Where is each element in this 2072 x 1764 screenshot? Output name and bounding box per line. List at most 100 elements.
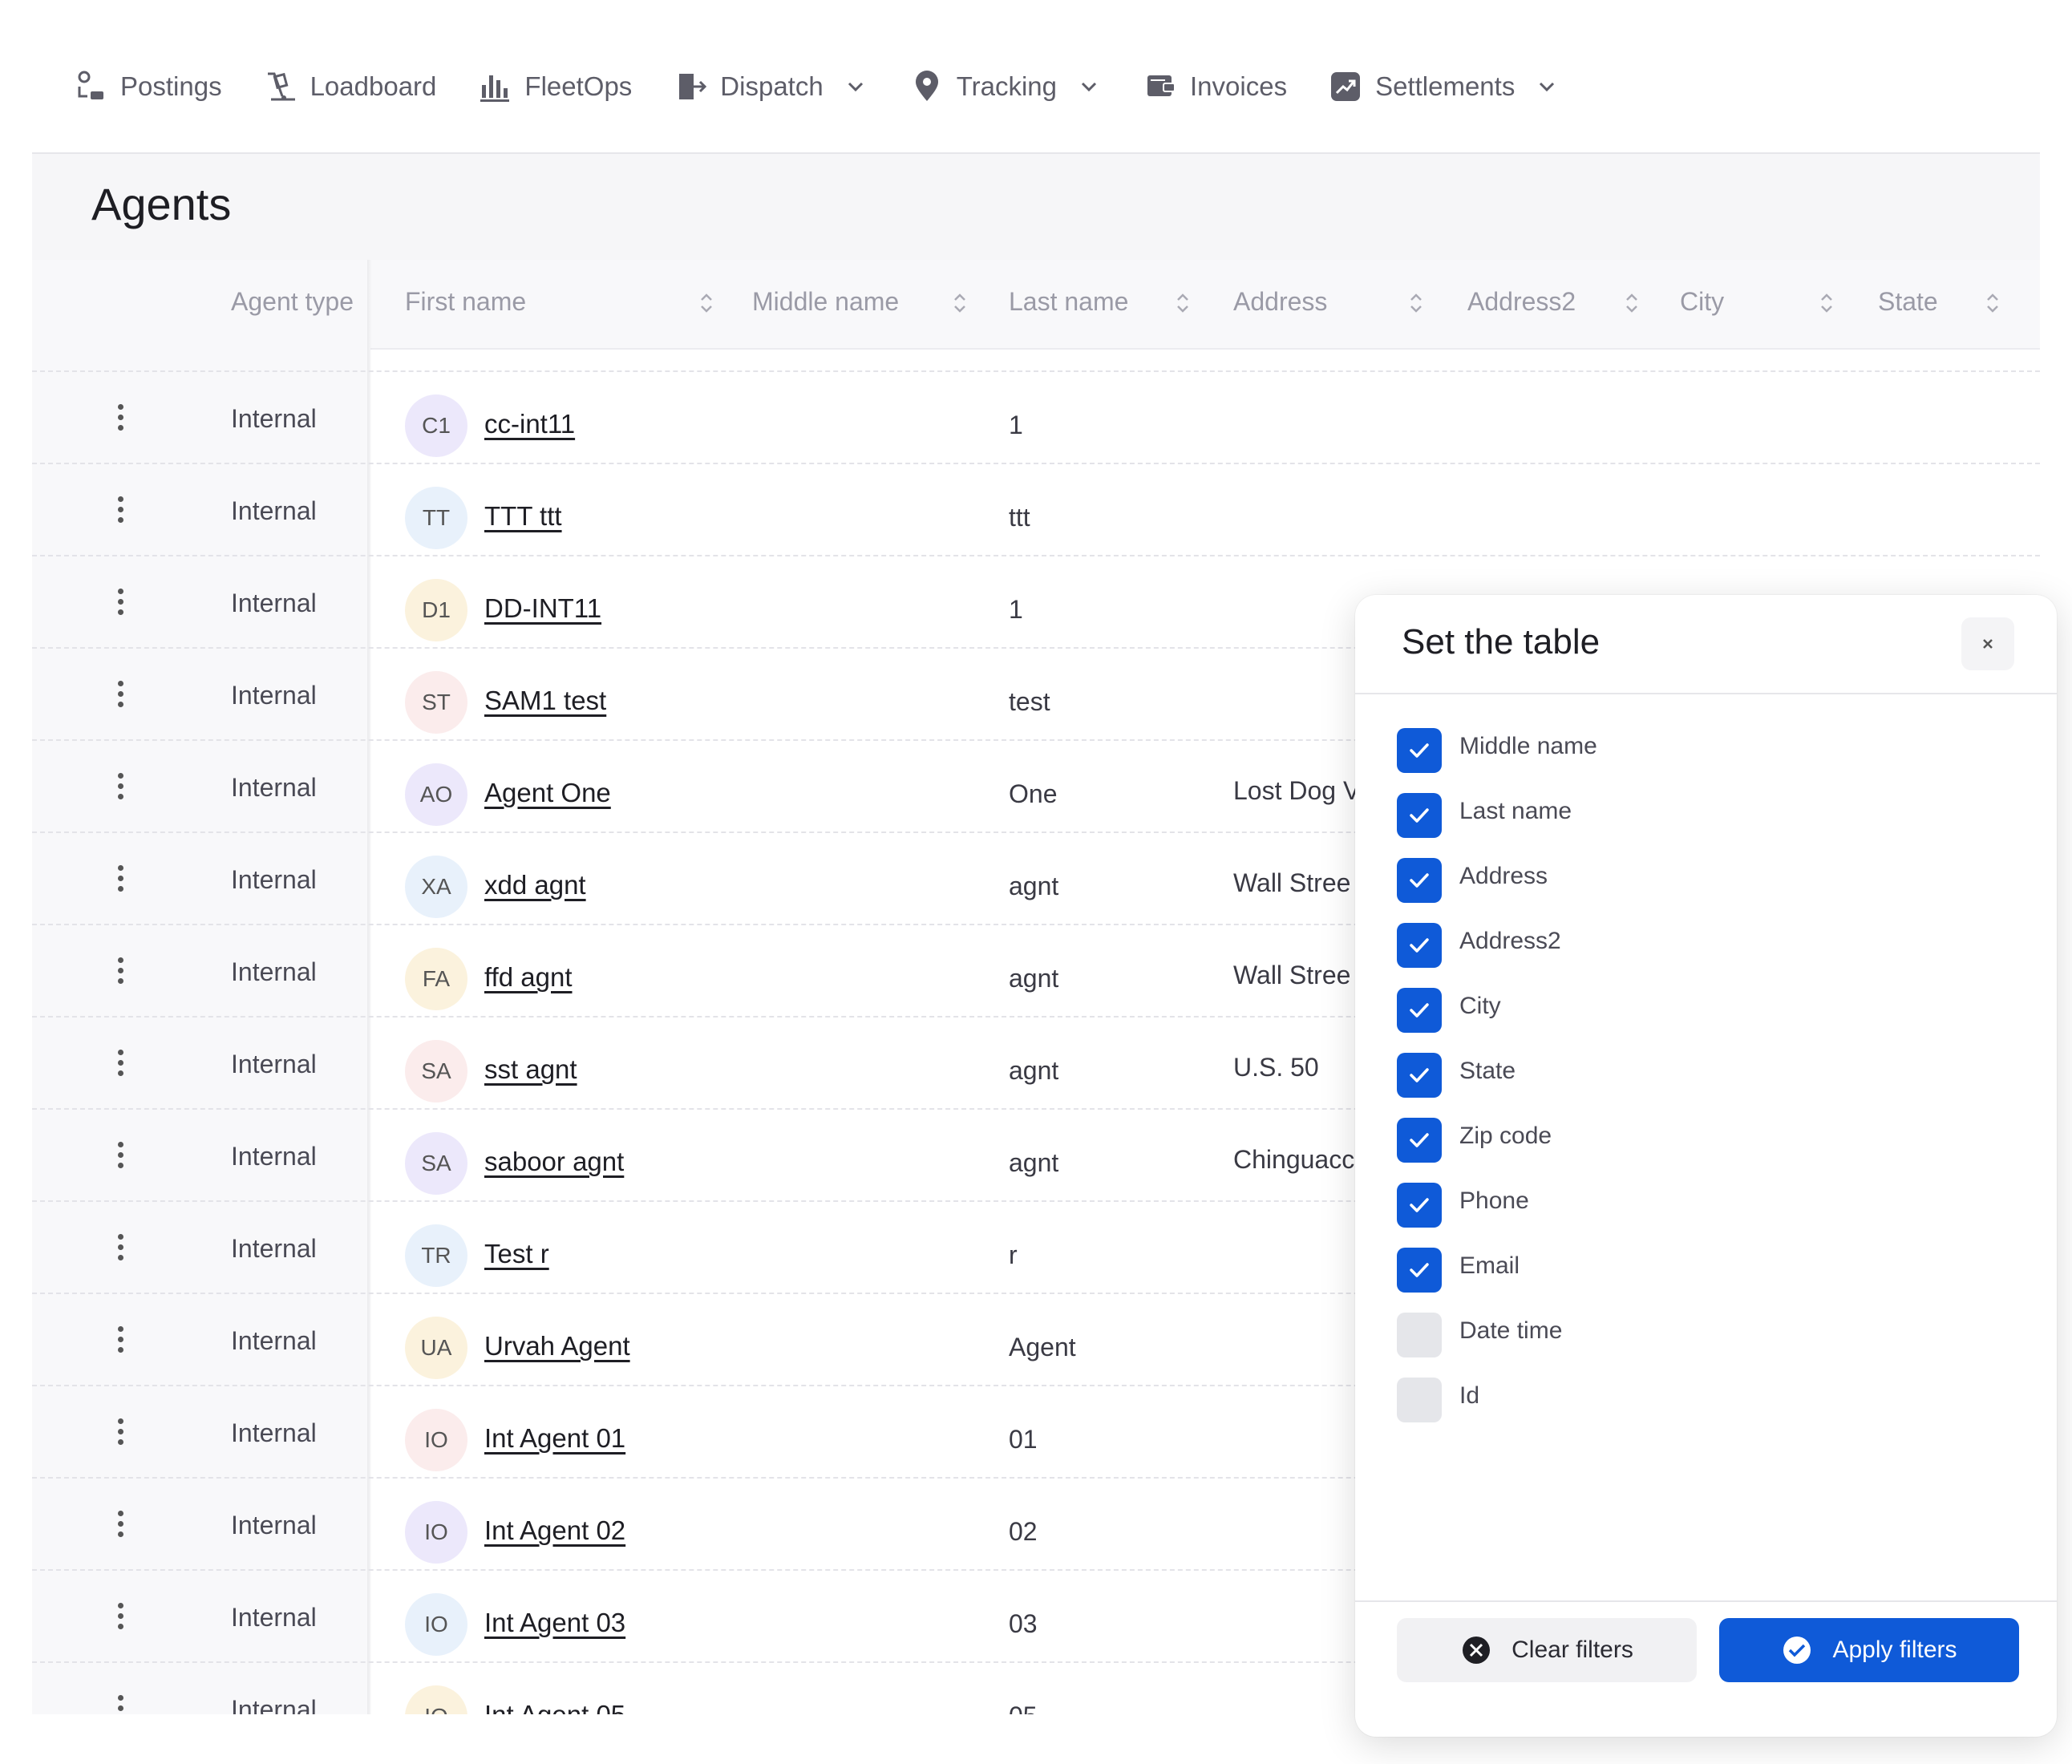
column-option[interactable]: City: [1397, 988, 1597, 1053]
checkbox[interactable]: [1397, 988, 1442, 1033]
nav-item-loadboard[interactable]: Loadboard: [262, 68, 436, 105]
checkbox[interactable]: [1397, 728, 1442, 773]
chevron-down-icon[interactable]: [1536, 75, 1560, 99]
sort-icon[interactable]: [949, 287, 970, 319]
address-cell: Lost Dog V: [1233, 776, 1361, 805]
row-menu-icon[interactable]: [112, 865, 128, 897]
set-the-table-dialog: Set the table Middle name Last name Addres…: [1355, 595, 2057, 1737]
row-menu-icon[interactable]: [112, 957, 128, 989]
checkbox[interactable]: [1397, 1053, 1442, 1098]
first-name-link[interactable]: xdd agnt: [484, 870, 586, 900]
first-name-link[interactable]: Int Agent 05: [484, 1700, 625, 1714]
checkbox[interactable]: [1397, 1118, 1442, 1163]
column-option[interactable]: Zip code: [1397, 1118, 1597, 1183]
row-menu-icon[interactable]: [112, 1695, 128, 1714]
first-name-link[interactable]: cc-int11: [484, 409, 575, 439]
sort-icon[interactable]: [1982, 287, 2003, 319]
first-name-link[interactable]: Test r: [484, 1239, 549, 1269]
loadboard-icon: [262, 68, 299, 105]
column-header-state[interactable]: State: [1878, 287, 1938, 317]
column-option[interactable]: Date time: [1397, 1313, 1597, 1378]
address-cell: Chinguacc: [1233, 1145, 1355, 1174]
sort-icon[interactable]: [696, 287, 717, 319]
row-menu-icon[interactable]: [112, 1142, 128, 1174]
checkmark-icon: [1410, 1003, 1429, 1018]
first-name-link[interactable]: DD-INT11: [484, 593, 601, 624]
location-pin-icon: [909, 68, 945, 105]
row-menu-icon[interactable]: [112, 404, 128, 436]
agent-type-cell: Internal: [231, 773, 317, 802]
table-row[interactable]: Internal TT TTT ttt ttt: [32, 463, 2040, 556]
table-row[interactable]: Internal C1 cc-int11 1: [32, 370, 2040, 464]
first-name-link[interactable]: SAM1 test: [484, 686, 606, 716]
nav-label: Invoices: [1190, 71, 1288, 101]
avatar: TR: [405, 1224, 467, 1287]
first-name-link[interactable]: TTT ttt: [484, 501, 562, 532]
nav-label: Dispatch: [720, 71, 824, 101]
column-option[interactable]: Email: [1397, 1248, 1597, 1313]
agent-type-cell: Internal: [231, 404, 317, 433]
column-option[interactable]: Address: [1397, 858, 1597, 923]
nav-item-invoices[interactable]: Invoices: [1142, 68, 1287, 105]
column-option[interactable]: Phone: [1397, 1183, 1597, 1248]
column-option[interactable]: Address2: [1397, 923, 1597, 988]
column-header-address2[interactable]: Address2: [1467, 287, 1576, 317]
checkbox[interactable]: [1397, 1378, 1442, 1422]
column-option[interactable]: Id: [1397, 1378, 1597, 1442]
option-label: Id: [1459, 1382, 1480, 1409]
row-menu-icon[interactable]: [112, 773, 128, 805]
last-name-cell: 03: [1009, 1609, 1038, 1638]
agent-type-cell: Internal: [231, 1695, 317, 1714]
checkbox[interactable]: [1397, 1248, 1442, 1293]
column-header-address[interactable]: Address: [1233, 287, 1327, 317]
row-menu-icon[interactable]: [112, 1326, 128, 1358]
row-menu-icon[interactable]: [112, 1418, 128, 1450]
sort-icon[interactable]: [1816, 287, 1837, 319]
sort-icon[interactable]: [1172, 287, 1193, 319]
row-menu-icon[interactable]: [112, 589, 128, 621]
row-menu-icon[interactable]: [112, 1603, 128, 1635]
first-name-link[interactable]: Int Agent 01: [484, 1423, 625, 1454]
nav-item-settlements[interactable]: Settlements: [1327, 68, 1560, 105]
checkbox[interactable]: [1397, 858, 1442, 903]
checkbox[interactable]: [1397, 1183, 1442, 1228]
nav-item-postings[interactable]: Postings: [72, 68, 222, 105]
checkbox[interactable]: [1397, 923, 1442, 968]
chevron-down-icon[interactable]: [1078, 75, 1102, 99]
first-name-link[interactable]: Int Agent 02: [484, 1515, 625, 1546]
row-menu-icon[interactable]: [112, 1234, 128, 1266]
column-option[interactable]: Last name: [1397, 793, 1597, 858]
last-name-cell: 1: [1009, 595, 1023, 624]
column-header-last-name[interactable]: Last name: [1009, 287, 1128, 317]
checkbox[interactable]: [1397, 793, 1442, 838]
apply-filters-button[interactable]: Apply filters: [1719, 1618, 2019, 1682]
first-name-link[interactable]: saboor agnt: [484, 1147, 624, 1177]
nav-item-tracking[interactable]: Tracking: [909, 68, 1102, 105]
column-header-first-name[interactable]: First name: [405, 287, 526, 317]
close-button[interactable]: [1961, 617, 2014, 670]
row-menu-icon[interactable]: [112, 681, 128, 713]
address-cell: Wall Stree: [1233, 961, 1351, 989]
row-menu-icon[interactable]: [112, 1050, 128, 1082]
first-name-link[interactable]: Agent One: [484, 778, 611, 808]
invoice-icon: [1142, 68, 1179, 105]
sort-icon[interactable]: [1406, 287, 1427, 319]
column-header-agent-type[interactable]: Agent type: [231, 287, 354, 317]
column-header-city[interactable]: City: [1680, 287, 1724, 317]
checkmark-icon: [1410, 808, 1429, 823]
first-name-link[interactable]: Urvah Agent: [484, 1331, 630, 1361]
first-name-link[interactable]: sst agnt: [484, 1054, 577, 1085]
clear-filters-button[interactable]: Clear filters: [1397, 1618, 1697, 1682]
chevron-down-icon[interactable]: [844, 75, 868, 99]
column-header-middle-name[interactable]: Middle name: [752, 287, 899, 317]
nav-item-dispatch[interactable]: Dispatch: [672, 68, 868, 105]
sort-icon[interactable]: [1621, 287, 1642, 319]
first-name-link[interactable]: Int Agent 03: [484, 1608, 625, 1638]
first-name-link[interactable]: ffd agnt: [484, 962, 573, 993]
column-option[interactable]: State: [1397, 1053, 1597, 1118]
nav-item-fleetops[interactable]: FleetOps: [476, 68, 632, 105]
checkbox[interactable]: [1397, 1313, 1442, 1357]
column-option[interactable]: Middle name: [1397, 728, 1597, 793]
row-menu-icon[interactable]: [112, 1511, 128, 1543]
row-menu-icon[interactable]: [112, 496, 128, 528]
